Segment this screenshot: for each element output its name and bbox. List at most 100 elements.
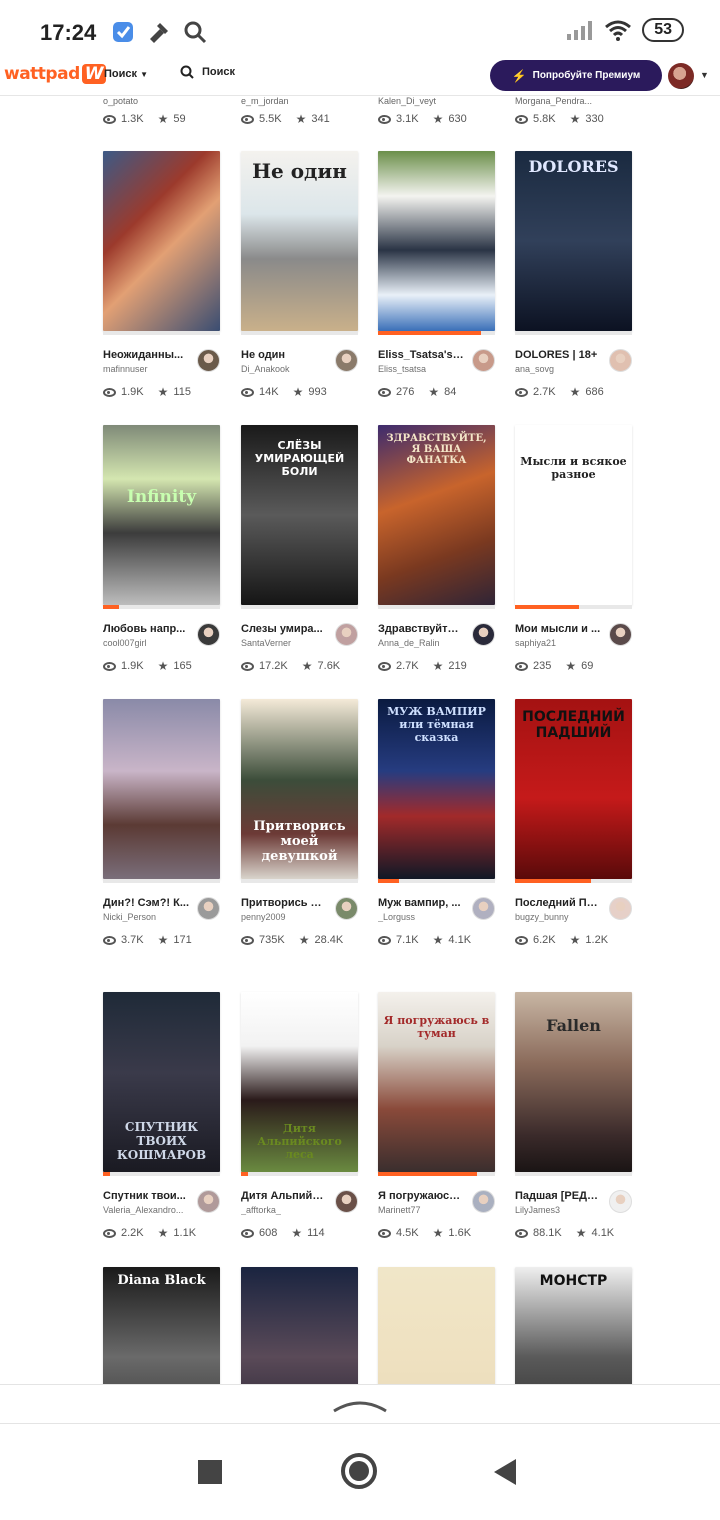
author-avatar[interactable] <box>197 623 220 646</box>
story-card-partial[interactable]: Morgana_Pendra... 5.8K ★ 330 <box>515 96 645 127</box>
author-avatar[interactable] <box>472 623 495 646</box>
home-button[interactable] <box>341 1453 377 1489</box>
story-author[interactable]: Kalen_Di_veyt <box>378 96 508 106</box>
author-avatar[interactable] <box>197 349 220 372</box>
story-card[interactable]: Eliss_Tsatsa's ... Eliss_tsatsa 276 ★ 84 <box>378 151 495 400</box>
author-avatar[interactable] <box>197 897 220 920</box>
story-title[interactable]: Падшая [РЕДА... <box>515 1190 601 1202</box>
search-box[interactable]: Поиск <box>180 65 235 79</box>
author-avatar[interactable] <box>609 1190 632 1213</box>
story-card[interactable]: Неожиданны... mafinnuser 1.9K ★ 115 <box>103 151 220 400</box>
author-avatar[interactable] <box>335 349 358 372</box>
story-cover[interactable] <box>378 151 495 331</box>
story-cover[interactable] <box>103 151 220 331</box>
story-cover[interactable]: Diana Black <box>103 1267 220 1384</box>
story-card[interactable]: ПОСЛЕДНИЙ ПАДШИЙ Последний Па... bugzy_b… <box>515 699 632 948</box>
story-card[interactable]: Fallen Падшая [РЕДА... LilyJames3 88.1K … <box>515 992 632 1241</box>
story-author[interactable]: SantaVerner <box>241 638 327 648</box>
story-cover[interactable]: МОНСТР <box>515 1267 632 1384</box>
story-title[interactable]: Мои мысли и ... <box>515 623 601 635</box>
story-author[interactable]: Di_Anakook <box>241 364 327 374</box>
story-author[interactable]: _afftorka_ <box>241 1205 327 1215</box>
story-cover[interactable]: Я погружаюсь в туман <box>378 992 495 1172</box>
story-title[interactable]: Муж вампир, ... <box>378 897 464 909</box>
story-card[interactable]: Мысли и всякое разное Мои мысли и ... sa… <box>515 425 632 674</box>
story-title[interactable]: Дин?! Сэм?! К... <box>103 897 189 909</box>
story-card-partial[interactable]: e_m_jordan 5.5K ★ 341 <box>241 96 371 127</box>
story-author[interactable]: penny2009 <box>241 912 327 922</box>
story-cover[interactable]: МУЖ ВАМПИР или тёмная сказка <box>378 699 495 879</box>
story-cover[interactable] <box>378 1267 495 1384</box>
story-title[interactable]: Дитя Альпийс... <box>241 1190 327 1202</box>
author-avatar[interactable] <box>609 897 632 920</box>
story-card[interactable] <box>241 1267 358 1384</box>
story-card[interactable]: ЗДРАВСТВУЙТЕ, Я ВАША ФАНАТКА Здравствуйт… <box>378 425 495 674</box>
author-avatar[interactable] <box>472 1190 495 1213</box>
story-author[interactable]: _Lorguss <box>378 912 464 922</box>
story-card[interactable]: СЛЁЗЫ УМИРАЮЩЕЙ БОЛИ Слезы умира... Sant… <box>241 425 358 674</box>
story-card[interactable]: Я погружаюсь в туман Я погружаюсь... Mar… <box>378 992 495 1241</box>
story-title[interactable]: Слезы умира... <box>241 623 327 635</box>
author-avatar[interactable] <box>335 1190 358 1213</box>
story-author[interactable]: saphiya21 <box>515 638 601 648</box>
story-cover[interactable]: ЗДРАВСТВУЙТЕ, Я ВАША ФАНАТКА <box>378 425 495 605</box>
story-card[interactable]: МУЖ ВАМПИР или тёмная сказка Муж вампир,… <box>378 699 495 948</box>
story-cover[interactable]: СЛЁЗЫ УМИРАЮЩЕЙ БОЛИ <box>241 425 358 605</box>
story-card[interactable]: Infinity Любовь напр... cool007girl 1.9K… <box>103 425 220 674</box>
story-cover[interactable] <box>241 1267 358 1384</box>
story-author[interactable]: Anna_de_Ralin <box>378 638 464 648</box>
caret-down-icon[interactable]: ▼ <box>700 70 709 80</box>
story-cover[interactable]: Мысли и всякое разное <box>515 425 632 605</box>
chevron-up-icon[interactable] <box>332 1395 388 1415</box>
story-author[interactable]: mafinnuser <box>103 364 189 374</box>
story-title[interactable]: Любовь напр... <box>103 623 189 635</box>
recents-button[interactable] <box>198 1460 222 1484</box>
story-card[interactable]: МОНСТР <box>515 1267 632 1384</box>
story-card[interactable]: Притворись моей девушкой Притворись м...… <box>241 699 358 948</box>
story-author[interactable]: Marinett77 <box>378 1205 464 1215</box>
story-cover[interactable]: Не один <box>241 151 358 331</box>
story-author[interactable]: cool007girl <box>103 638 189 648</box>
story-author[interactable]: e_m_jordan <box>241 96 371 106</box>
story-card-partial[interactable]: o_potato 1.3K ★ 59 <box>103 96 233 127</box>
back-button[interactable] <box>494 1459 516 1485</box>
story-cover[interactable]: ПОСЛЕДНИЙ ПАДШИЙ <box>515 699 632 879</box>
story-title[interactable]: Неожиданны... <box>103 349 189 361</box>
story-author[interactable]: Morgana_Pendra... <box>515 96 645 106</box>
user-avatar[interactable] <box>668 63 694 89</box>
story-cover[interactable]: Fallen <box>515 992 632 1172</box>
wattpad-logo[interactable]: wattpad W <box>4 64 107 84</box>
story-card[interactable]: Diana Black <box>103 1267 220 1384</box>
author-avatar[interactable] <box>335 623 358 646</box>
scroll-up-bar[interactable] <box>0 1384 720 1424</box>
story-cover[interactable] <box>103 699 220 879</box>
story-card-partial[interactable]: Kalen_Di_veyt 3.1K ★ 630 <box>378 96 508 127</box>
story-title[interactable]: Притворись м... <box>241 897 327 909</box>
premium-button[interactable]: ⚡ Попробуйте Премиум <box>490 60 662 91</box>
story-title[interactable]: Спутник твои... <box>103 1190 189 1202</box>
story-cover[interactable]: Притворись моей девушкой <box>241 699 358 879</box>
story-card[interactable]: DOLORES DOLORES | 18+ ana_sovg 2.7K ★ 686 <box>515 151 632 400</box>
story-author[interactable]: Nicki_Person <box>103 912 189 922</box>
story-cover[interactable]: Дитя Альпийского леса <box>241 992 358 1172</box>
story-author[interactable]: o_potato <box>103 96 233 106</box>
browse-menu[interactable]: Поиск ▼ <box>104 68 148 80</box>
story-title[interactable]: Eliss_Tsatsa's ... <box>378 349 464 361</box>
story-card[interactable]: СПУТНИК ТВОИХ КОШМАРОВ Спутник твои... V… <box>103 992 220 1241</box>
story-card[interactable]: Дитя Альпийского леса Дитя Альпийс... _a… <box>241 992 358 1241</box>
story-cover[interactable]: DOLORES <box>515 151 632 331</box>
author-avatar[interactable] <box>472 349 495 372</box>
story-cover[interactable]: СПУТНИК ТВОИХ КОШМАРОВ <box>103 992 220 1172</box>
story-cover[interactable]: Infinity <box>103 425 220 605</box>
story-author[interactable]: bugzy_bunny <box>515 912 601 922</box>
author-avatar[interactable] <box>197 1190 220 1213</box>
story-title[interactable]: DOLORES | 18+ <box>515 349 601 361</box>
story-card[interactable] <box>378 1267 495 1384</box>
story-title[interactable]: Я погружаюсь... <box>378 1190 464 1202</box>
story-title[interactable]: Не один <box>241 349 327 361</box>
story-card[interactable]: Дин?! Сэм?! К... Nicki_Person 3.7K ★ 171 <box>103 699 220 948</box>
story-author[interactable]: Eliss_tsatsa <box>378 364 464 374</box>
author-avatar[interactable] <box>472 897 495 920</box>
story-title[interactable]: Последний Па... <box>515 897 601 909</box>
story-card[interactable]: Не один Не один Di_Anakook 14K ★ 993 <box>241 151 358 400</box>
